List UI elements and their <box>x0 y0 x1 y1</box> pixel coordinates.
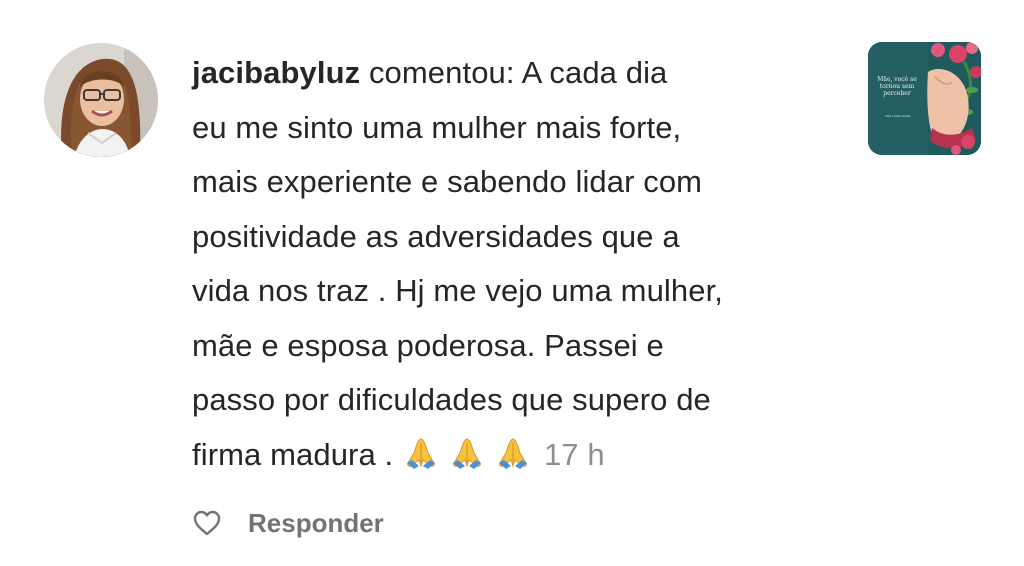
comment-line-8: firma madura . <box>192 436 394 472</box>
avatar[interactable] <box>44 43 158 157</box>
heart-outline-icon[interactable] <box>192 508 222 538</box>
post-thumbnail-image <box>868 42 981 155</box>
comment-text: jacibabyluz comentou: A cada dia eu me si… <box>192 46 832 482</box>
post-thumbnail-subtitle: Vida e Maternidade <box>885 114 911 118</box>
comment-line-1: A cada dia <box>521 55 668 90</box>
folded-hands-emoji-icon: 🙏 <box>402 433 440 471</box>
comment-timestamp: 17 h <box>543 436 605 472</box>
folded-hands-emoji-icon: 🙏 <box>494 433 532 471</box>
reply-button[interactable]: Responder <box>248 508 384 539</box>
avatar-image <box>44 43 158 157</box>
post-thumbnail[interactable]: Mãe, você se tornou sem perceber Vida e … <box>868 42 981 155</box>
comment-line-6: mãe e esposa poderosa. Passei e <box>192 327 664 363</box>
comment-line-2: eu me sinto uma mulher mais forte, <box>192 109 682 145</box>
comment-line-4: positividade as adversidades que a <box>192 218 680 254</box>
comment-line-5: vida nos traz . Hj me vejo uma mulher, <box>192 273 724 308</box>
comment-action: comentou: <box>368 55 515 90</box>
comment-username[interactable]: jacibabyluz <box>192 55 360 90</box>
comment-line-3: mais experiente e sabendo lidar com <box>192 164 703 199</box>
comment-actions: Responder <box>192 505 384 541</box>
comment-line-7: passo por dificuldades que supero de <box>192 382 711 417</box>
folded-hands-emoji-icon: 🙏 <box>448 433 486 471</box>
comment-notification[interactable]: jacibabyluz comentou: A cada dia eu me si… <box>0 0 1024 566</box>
post-thumbnail-title: Mãe, você se tornou sem perceber <box>877 76 917 97</box>
